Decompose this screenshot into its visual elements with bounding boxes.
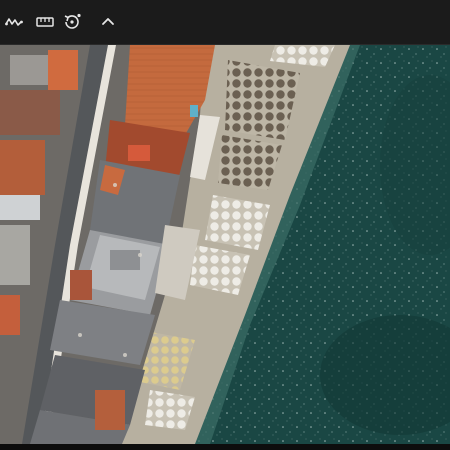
waveform-icon[interactable] — [2, 10, 26, 34]
ruler-icon[interactable] — [33, 10, 57, 34]
app-window — [0, 0, 450, 450]
bottom-bar — [0, 444, 450, 450]
aerial-photo — [0, 45, 450, 444]
chevron-up-icon[interactable] — [96, 10, 120, 34]
aerial-photo-viewport[interactable] — [0, 45, 450, 444]
rotate-icon[interactable] — [60, 10, 84, 34]
top-toolbar — [0, 0, 450, 45]
